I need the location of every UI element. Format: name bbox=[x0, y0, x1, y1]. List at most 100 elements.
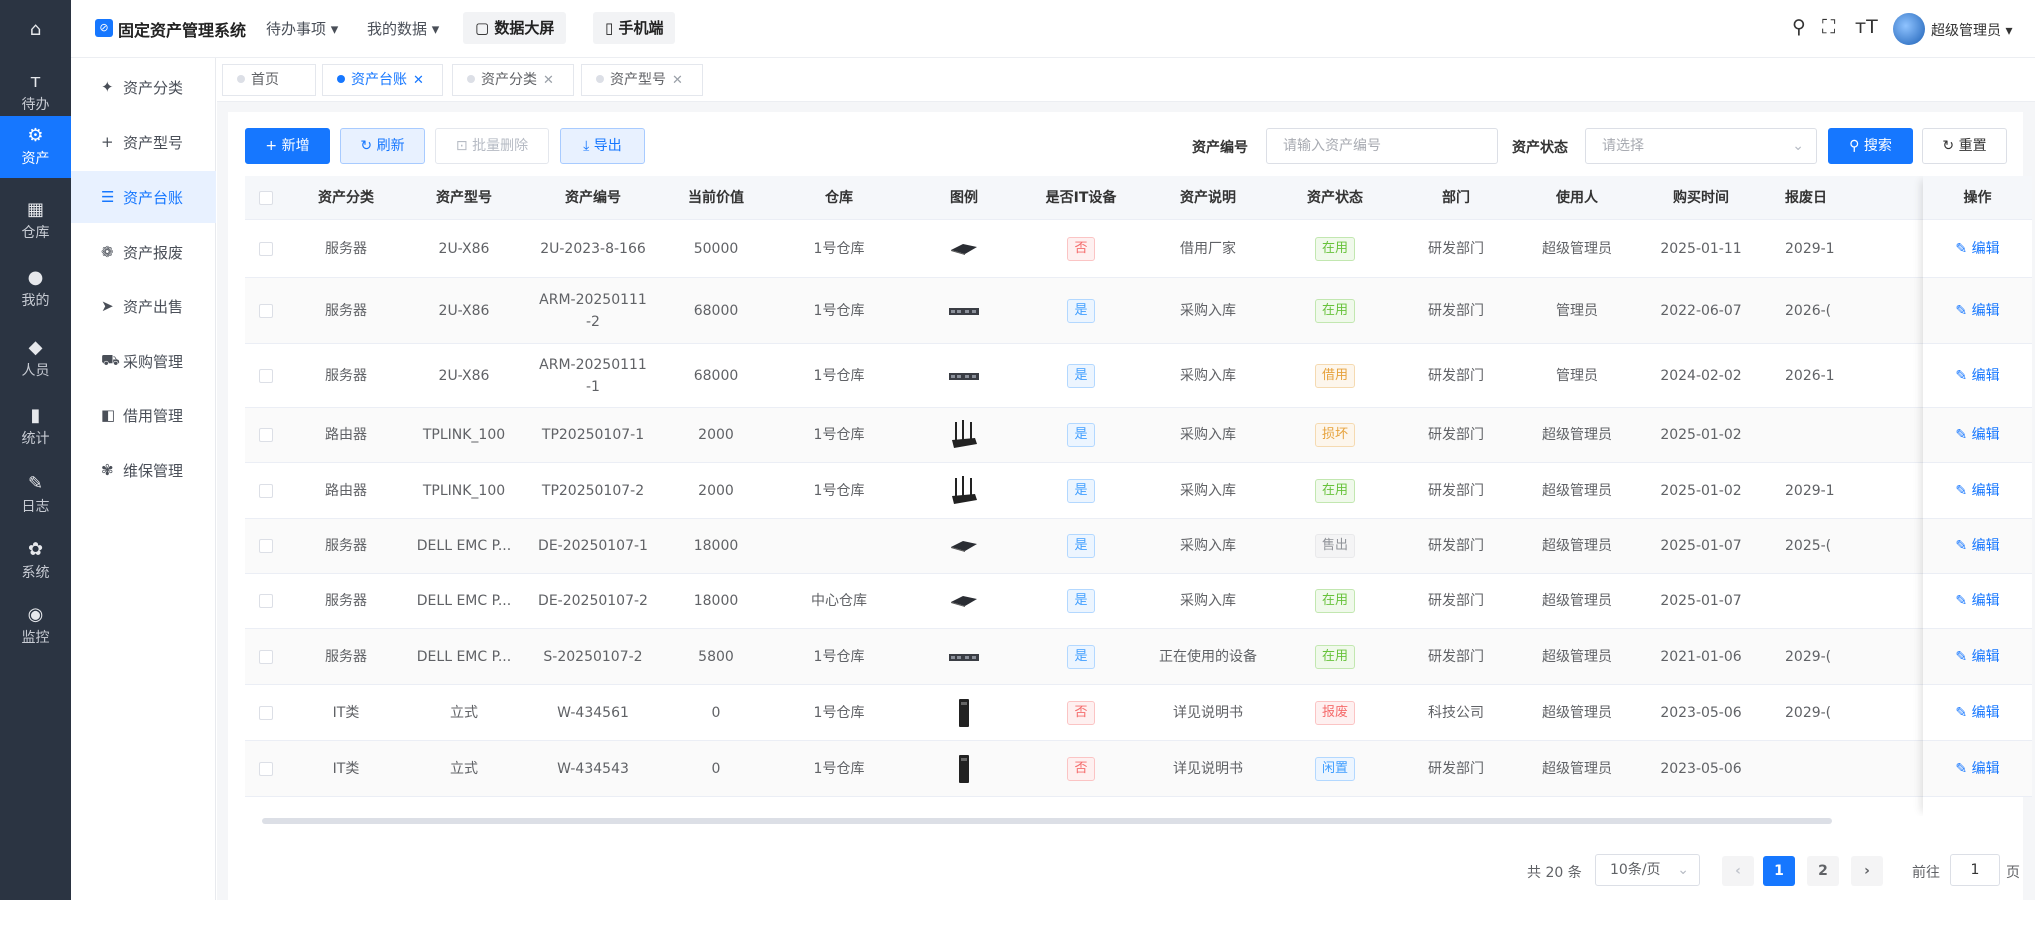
close-icon[interactable]: ✕ bbox=[413, 73, 424, 88]
page-1-button[interactable]: 1 bbox=[1763, 856, 1795, 886]
user-menu[interactable]: 超级管理员 ▾ bbox=[1931, 20, 2012, 40]
rail-item-mine[interactable]: ● 我的 bbox=[0, 258, 71, 320]
table-row[interactable]: 服务器 DELL EMC P... DE-20250107-2 18000 中心仓库 是 采… bbox=[245, 574, 2032, 629]
edit-label: 编辑 bbox=[1971, 593, 2000, 609]
select-all-checkbox[interactable] bbox=[245, 176, 287, 220]
checkbox[interactable] bbox=[259, 368, 273, 383]
status-badge: 报废 bbox=[1314, 700, 1355, 725]
asset-no-input[interactable]: 请输入资产编号 bbox=[1266, 128, 1498, 164]
batch-delete-button[interactable]: ⊡ 批量删除 bbox=[435, 128, 549, 164]
edit-button[interactable]: ✎ 编辑 bbox=[1955, 424, 1999, 446]
checkbox[interactable] bbox=[259, 539, 273, 553]
edit-button[interactable]: ✎ 编辑 bbox=[1955, 480, 1999, 502]
column-header: 资产说明 bbox=[1180, 190, 1236, 206]
avatar[interactable] bbox=[1893, 13, 1925, 45]
edit-button[interactable]: ✎ 编辑 bbox=[1955, 646, 1999, 668]
search-icon[interactable]: ⚲ bbox=[1792, 16, 1806, 38]
rail-item-warehouse[interactable]: ▦ 仓库 bbox=[0, 190, 71, 252]
asset-sale-icon: ➤ bbox=[101, 297, 114, 315]
edit-button[interactable]: ✎ 编辑 bbox=[1955, 300, 1999, 322]
sidebar-item-asset-sale[interactable]: ➤ 资产出售 bbox=[71, 280, 216, 332]
sidebar-item-purchase[interactable]: ⛟ 采购管理 bbox=[71, 335, 216, 387]
table-row[interactable]: 服务器 DELL EMC P... DE-20250107-1 18000 是 采购入库 售… bbox=[245, 519, 2032, 574]
fullscreen-icon[interactable]: ⛶ bbox=[1822, 16, 1835, 38]
edit-button[interactable]: ✎ 编辑 bbox=[1955, 758, 1999, 780]
table-row[interactable]: 服务器 2U-X86 ARM-20250111 -2 68000 1号仓库 是 采购入库 在用… bbox=[245, 278, 2032, 344]
search-button[interactable]: ⚲ 搜索 bbox=[1828, 128, 1913, 164]
tab-label: 资产分类 bbox=[481, 72, 537, 88]
add-button[interactable]: + 新增 bbox=[245, 128, 330, 164]
user-cell: 超级管理员 bbox=[1542, 427, 1612, 443]
edit-button[interactable]: ✎ 编辑 bbox=[1955, 702, 1999, 724]
sidebar-item-asset-model[interactable]: + 资产型号 bbox=[71, 116, 216, 168]
reset-button[interactable]: ↻ 重置 bbox=[1922, 128, 2007, 164]
checkbox[interactable] bbox=[259, 428, 273, 442]
checkbox[interactable] bbox=[259, 241, 273, 256]
sidebar-item-asset-category[interactable]: ✦ 资产分类 bbox=[71, 61, 216, 113]
close-icon[interactable]: ✕ bbox=[543, 73, 554, 88]
is-it-device-cell: 否 bbox=[1019, 741, 1143, 796]
status-select[interactable]: 请选择 ⌄ bbox=[1585, 128, 1817, 164]
rail-item-system[interactable]: ✿ 系统 bbox=[0, 530, 71, 592]
asset-image-cell bbox=[909, 463, 1019, 518]
checkbox[interactable] bbox=[259, 483, 273, 498]
sidebar-item-borrow[interactable]: ◧ 借用管理 bbox=[71, 389, 216, 441]
table-row[interactable]: IT类 立式 W-434543 0 1号仓库 否 详见说明书 闲置 研发部门 超级管理员 2023-… bbox=[245, 741, 2032, 797]
checkbox[interactable] bbox=[259, 594, 273, 608]
sub-sidebar: ✦ 资产分类 + 资产型号 ☰ 资产台账 ❁ 资产报废 ➤ 资产出售 ⛟ 采购管理 ◧ 借用管理 ✾ 维保管理 bbox=[71, 58, 216, 900]
big-screen-button[interactable]: ▢ 数据大屏 bbox=[463, 12, 567, 44]
table-row[interactable]: 服务器 2U-X86 ARM-20250111 -1 68000 1号仓库 是 采购入库 借用… bbox=[245, 344, 2032, 408]
tab-home[interactable]: 首页 bbox=[222, 64, 316, 96]
refresh-button[interactable]: ↻ 刷新 bbox=[340, 128, 425, 164]
buy-cell: 2024-02-02 bbox=[1660, 367, 1742, 384]
edit-button[interactable]: ✎ 编辑 bbox=[1955, 590, 1999, 612]
horizontal-scrollbar[interactable] bbox=[262, 818, 1832, 824]
rail-item-log[interactable]: ✎ 日志 bbox=[0, 464, 71, 526]
edit-button[interactable]: ✎ 编辑 bbox=[1955, 238, 1999, 260]
tab-asset-ledger[interactable]: 资产台账 ✕ bbox=[322, 64, 443, 96]
rail-item-home[interactable]: ⌂ bbox=[0, 0, 71, 62]
asset-image-cell bbox=[909, 629, 1019, 684]
table-row[interactable]: IT类 立式 W-434561 0 1号仓库 否 详见说明书 报废 科技公司 超级管理员 2023-… bbox=[245, 685, 2032, 741]
tab-asset-category[interactable]: 资产分类 ✕ bbox=[452, 64, 574, 96]
checkbox[interactable] bbox=[259, 705, 273, 720]
rail-item-monitor[interactable]: ◉ 监控 bbox=[0, 595, 71, 657]
tab-asset-model[interactable]: 资产型号 ✕ bbox=[581, 64, 703, 96]
checkbox[interactable] bbox=[259, 303, 273, 318]
sidebar-item-maintenance[interactable]: ✾ 维保管理 bbox=[71, 444, 216, 496]
close-icon[interactable]: ✕ bbox=[672, 73, 683, 88]
page-size-select[interactable]: 10条/页 ⌄ bbox=[1595, 854, 1700, 886]
nav-todo-dropdown[interactable]: 待办事项 ▾ bbox=[266, 18, 338, 39]
server-image bbox=[951, 596, 977, 607]
rail-item-personnel[interactable]: ◆ 人员 bbox=[0, 328, 71, 390]
rail-item-stats[interactable]: ▮ 统计 bbox=[0, 396, 71, 458]
value-cell: 18000 bbox=[693, 538, 739, 554]
asset-image-cell bbox=[909, 519, 1019, 573]
scrap-cell bbox=[1763, 408, 1923, 462]
page-2-button[interactable]: 2 bbox=[1807, 856, 1839, 886]
goto-label: 前往 bbox=[1912, 865, 1940, 881]
nav-mydata-dropdown[interactable]: 我的数据 ▾ bbox=[367, 18, 439, 39]
tab-dot-icon bbox=[467, 75, 475, 83]
edit-button[interactable]: ✎ 编辑 bbox=[1955, 365, 1999, 387]
table-row[interactable]: 服务器 DELL EMC P... S-20250107-2 5800 1号仓库 是 正在使… bbox=[245, 629, 2032, 685]
table-row[interactable]: 路由器 TPLINK_100 TP20250107-2 2000 1号仓库 是 采购入库 在用… bbox=[245, 463, 2032, 519]
export-button[interactable]: ⤓ 导出 bbox=[560, 128, 645, 164]
rail-item-todo[interactable]: ᴛ 待办 bbox=[0, 62, 71, 124]
sidebar-item-asset-scrap[interactable]: ❁ 资产报废 bbox=[71, 226, 216, 278]
value-cell: 0 bbox=[711, 760, 721, 777]
next-page-button[interactable]: › bbox=[1851, 856, 1883, 886]
rail-item-asset[interactable]: ⚙ 资产 bbox=[0, 116, 71, 178]
edit-button[interactable]: ✎ 编辑 bbox=[1955, 535, 1999, 557]
checkbox[interactable] bbox=[259, 649, 273, 664]
checkbox[interactable] bbox=[259, 761, 273, 776]
table-row[interactable]: 路由器 TPLINK_100 TP20250107-1 2000 1号仓库 是 采购入库 损坏… bbox=[245, 408, 2032, 463]
rail-item-label: 日志 bbox=[21, 499, 50, 515]
goto-page-input[interactable]: 1 bbox=[1950, 854, 2000, 886]
font-size-icon[interactable]: ᴛT bbox=[1855, 16, 1878, 38]
table-row[interactable]: 服务器 2U-X86 2U-2023-8-166 50000 1号仓库 否 借用厂家 在用 研发… bbox=[245, 220, 2032, 278]
prev-page-button[interactable]: ‹ bbox=[1722, 856, 1754, 886]
checkbox[interactable] bbox=[259, 191, 273, 205]
mobile-button[interactable]: ▯ 手机端 bbox=[593, 12, 676, 44]
sidebar-item-asset-ledger[interactable]: ☰ 资产台账 bbox=[71, 171, 216, 223]
